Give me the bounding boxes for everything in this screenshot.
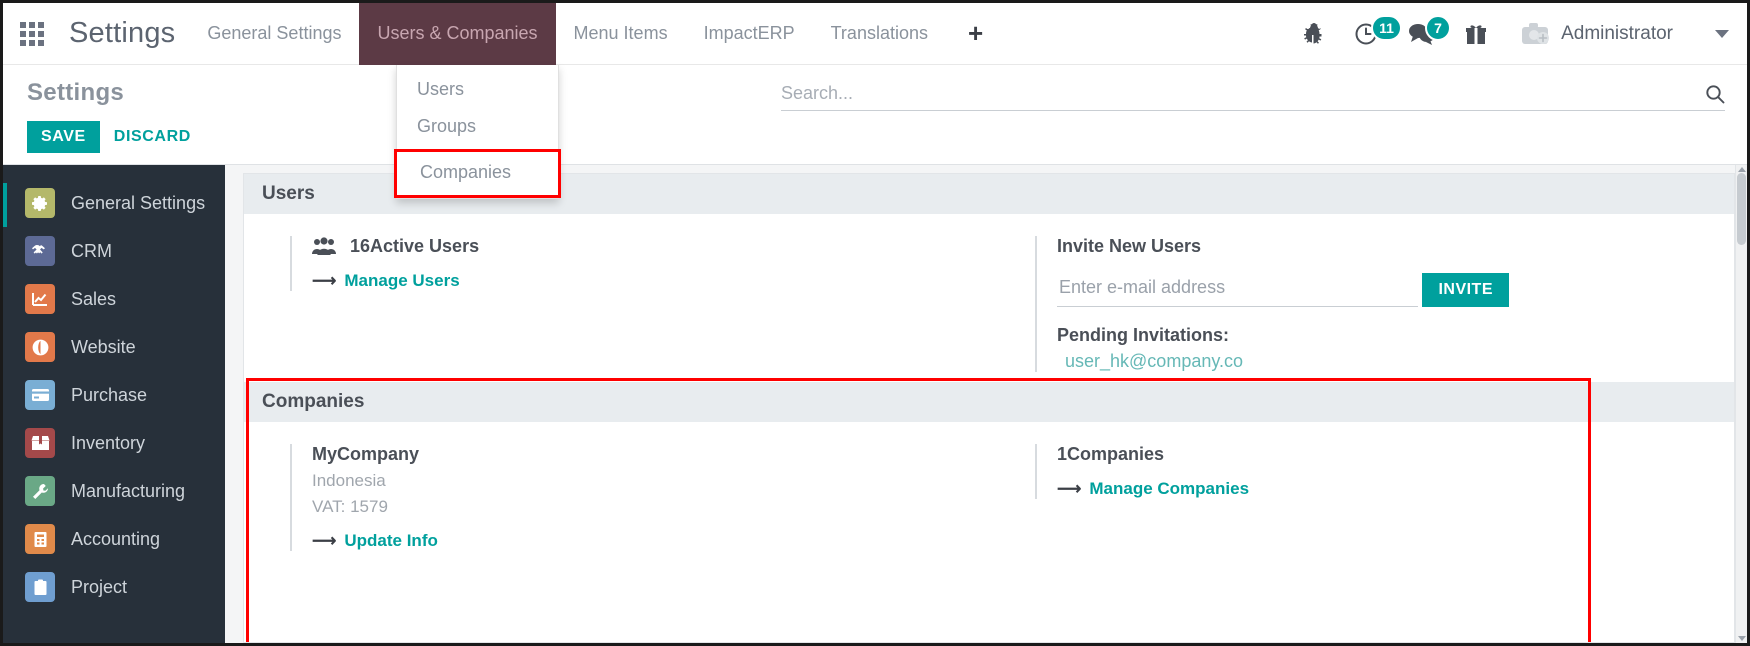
save-button[interactable]: SAVE bbox=[27, 121, 100, 153]
section-body-companies: MyCompany Indonesia VAT: 1579 ⟶ Update I… bbox=[244, 422, 1734, 561]
clipboard-icon bbox=[25, 572, 55, 602]
dropdown-item-companies[interactable]: Companies bbox=[394, 149, 561, 198]
sidebar-item-website[interactable]: Website bbox=[3, 323, 225, 371]
section-body-users: 16Active Users ⟶ Manage Users Invite New… bbox=[244, 214, 1734, 382]
settings-sheet: Users 16Active Users ⟶ Manage Users Invi… bbox=[243, 173, 1735, 643]
settings-sidebar: General Settings CRM Sales Website Purch… bbox=[3, 165, 225, 643]
update-info-link[interactable]: ⟶ Update Info bbox=[312, 531, 989, 551]
app-brand-title: Settings bbox=[69, 17, 176, 49]
scroll-up-arrow-icon[interactable] bbox=[1738, 167, 1746, 172]
search-icon[interactable] bbox=[1697, 84, 1725, 104]
sidebar-item-label: Inventory bbox=[71, 432, 146, 453]
wrench-icon bbox=[25, 476, 55, 506]
users-and-companies-dropdown: Users Groups Companies bbox=[394, 65, 561, 199]
users-right-column: Invite New Users INVITE Pending Invitati… bbox=[989, 236, 1734, 372]
bug-icon[interactable] bbox=[1287, 3, 1341, 65]
sidebar-item-purchase[interactable]: Purchase bbox=[3, 371, 225, 419]
menu-menu-items[interactable]: Menu Items bbox=[556, 3, 686, 65]
menu-general-settings[interactable]: General Settings bbox=[189, 3, 359, 65]
company-country-label: Indonesia bbox=[312, 471, 386, 490]
sidebar-item-inventory[interactable]: Inventory bbox=[3, 419, 225, 467]
scroll-down-arrow-icon[interactable] bbox=[1738, 636, 1746, 641]
messages-icon[interactable]: 7 bbox=[1395, 3, 1452, 65]
sidebar-item-general-settings[interactable]: General Settings bbox=[3, 179, 225, 227]
sidebar-item-manufacturing[interactable]: Manufacturing bbox=[3, 467, 225, 515]
user-menu[interactable]: Administrator bbox=[1503, 22, 1681, 46]
dropdown-item-groups[interactable]: Groups bbox=[397, 108, 558, 145]
active-users-stat: 16Active Users bbox=[312, 236, 989, 257]
arrow-right-icon: ⟶ bbox=[312, 271, 337, 290]
action-buttons: SAVE DISCARD bbox=[27, 121, 373, 153]
pending-invitation-email[interactable]: user_hk@company.co bbox=[1057, 351, 1734, 372]
sidebar-active-indicator bbox=[3, 183, 7, 227]
companies-left-column: MyCompany Indonesia VAT: 1579 ⟶ Update I… bbox=[244, 444, 989, 551]
add-menu-button[interactable]: + bbox=[946, 3, 1005, 65]
system-tray: 11 7 Administrator bbox=[1287, 3, 1747, 65]
arrow-right-icon: ⟶ bbox=[312, 531, 337, 550]
manage-users-label: Manage Users bbox=[344, 271, 460, 290]
dropdown-item-users[interactable]: Users bbox=[397, 71, 558, 108]
manage-companies-label: Manage Companies bbox=[1089, 479, 1250, 498]
search-bar bbox=[781, 83, 1725, 111]
sidebar-item-sales[interactable]: Sales bbox=[3, 275, 225, 323]
sidebar-item-label: Accounting bbox=[71, 528, 161, 549]
search-input[interactable] bbox=[781, 83, 1697, 104]
section-header-companies: Companies bbox=[244, 382, 1734, 422]
main-vertical-scrollbar[interactable] bbox=[1735, 165, 1747, 643]
sidebar-item-crm[interactable]: CRM bbox=[3, 227, 225, 275]
control-panel-left: Settings SAVE DISCARD bbox=[3, 65, 373, 153]
arrow-right-icon: ⟶ bbox=[1057, 479, 1082, 498]
invite-email-row: INVITE bbox=[1057, 273, 1509, 307]
book-icon bbox=[25, 524, 55, 554]
main-menu-bar: General Settings Users & Companies Menu … bbox=[189, 3, 1005, 65]
sidebar-item-label: Purchase bbox=[71, 384, 148, 405]
control-panel: Settings SAVE DISCARD bbox=[3, 65, 1747, 165]
sidebar-item-label: Sales bbox=[71, 288, 117, 309]
company-name-label: MyCompany bbox=[312, 444, 420, 464]
users-group-icon bbox=[312, 237, 336, 256]
gift-icon[interactable] bbox=[1449, 3, 1503, 65]
invite-new-users-heading: Invite New Users bbox=[1057, 236, 1202, 256]
apps-grid-icon[interactable] bbox=[3, 3, 61, 65]
sidebar-item-label: CRM bbox=[71, 240, 112, 261]
discard-button[interactable]: DISCARD bbox=[114, 128, 191, 146]
messages-count-badge: 7 bbox=[1425, 14, 1452, 41]
sidebar-item-label: Website bbox=[71, 336, 136, 357]
gear-icon bbox=[25, 188, 55, 218]
globe-icon bbox=[25, 332, 55, 362]
menu-translations[interactable]: Translations bbox=[813, 3, 946, 65]
menu-users-and-companies[interactable]: Users & Companies bbox=[359, 3, 556, 65]
company-vat-label: VAT: 1579 bbox=[312, 497, 388, 516]
pending-invitations-title: Pending Invitations: bbox=[1057, 325, 1230, 345]
sidebar-item-label: Project bbox=[71, 576, 128, 597]
page-title: Settings bbox=[27, 79, 125, 106]
app-window: Settings General Settings Users & Compan… bbox=[0, 0, 1750, 646]
update-info-label: Update Info bbox=[344, 531, 438, 550]
manage-companies-link[interactable]: ⟶ Manage Companies bbox=[1057, 479, 1734, 499]
box-icon bbox=[25, 428, 55, 458]
top-navigation-bar: Settings General Settings Users & Compan… bbox=[3, 3, 1747, 65]
invite-email-input[interactable] bbox=[1057, 273, 1419, 307]
chart-line-icon bbox=[25, 284, 55, 314]
manage-users-link[interactable]: ⟶ Manage Users bbox=[312, 271, 989, 291]
users-left-column: 16Active Users ⟶ Manage Users bbox=[244, 236, 989, 372]
chevron-down-icon[interactable] bbox=[1715, 29, 1729, 38]
companies-count-label: 1Companies bbox=[1057, 444, 1165, 464]
clock-activity-icon[interactable]: 11 bbox=[1341, 3, 1402, 65]
page-body: General Settings CRM Sales Website Purch… bbox=[3, 165, 1747, 643]
companies-right-column: 1Companies ⟶ Manage Companies bbox=[989, 444, 1734, 551]
handshake-icon bbox=[25, 236, 55, 266]
menu-impacterp[interactable]: ImpactERP bbox=[686, 3, 813, 65]
sidebar-item-accounting[interactable]: Accounting bbox=[3, 515, 225, 563]
scrollbar-thumb[interactable] bbox=[1737, 173, 1746, 245]
card-icon bbox=[25, 380, 55, 410]
sidebar-item-project[interactable]: Project bbox=[3, 563, 225, 611]
camera-avatar-icon bbox=[1521, 22, 1551, 46]
invite-button[interactable]: INVITE bbox=[1422, 273, 1509, 307]
settings-main-panel: Users 16Active Users ⟶ Manage Users Invi… bbox=[225, 165, 1747, 643]
active-users-count-label: 16Active Users bbox=[350, 236, 480, 256]
sidebar-item-label: Manufacturing bbox=[71, 480, 186, 501]
sidebar-item-label: General Settings bbox=[71, 192, 206, 213]
user-name-label: Administrator bbox=[1561, 22, 1673, 44]
